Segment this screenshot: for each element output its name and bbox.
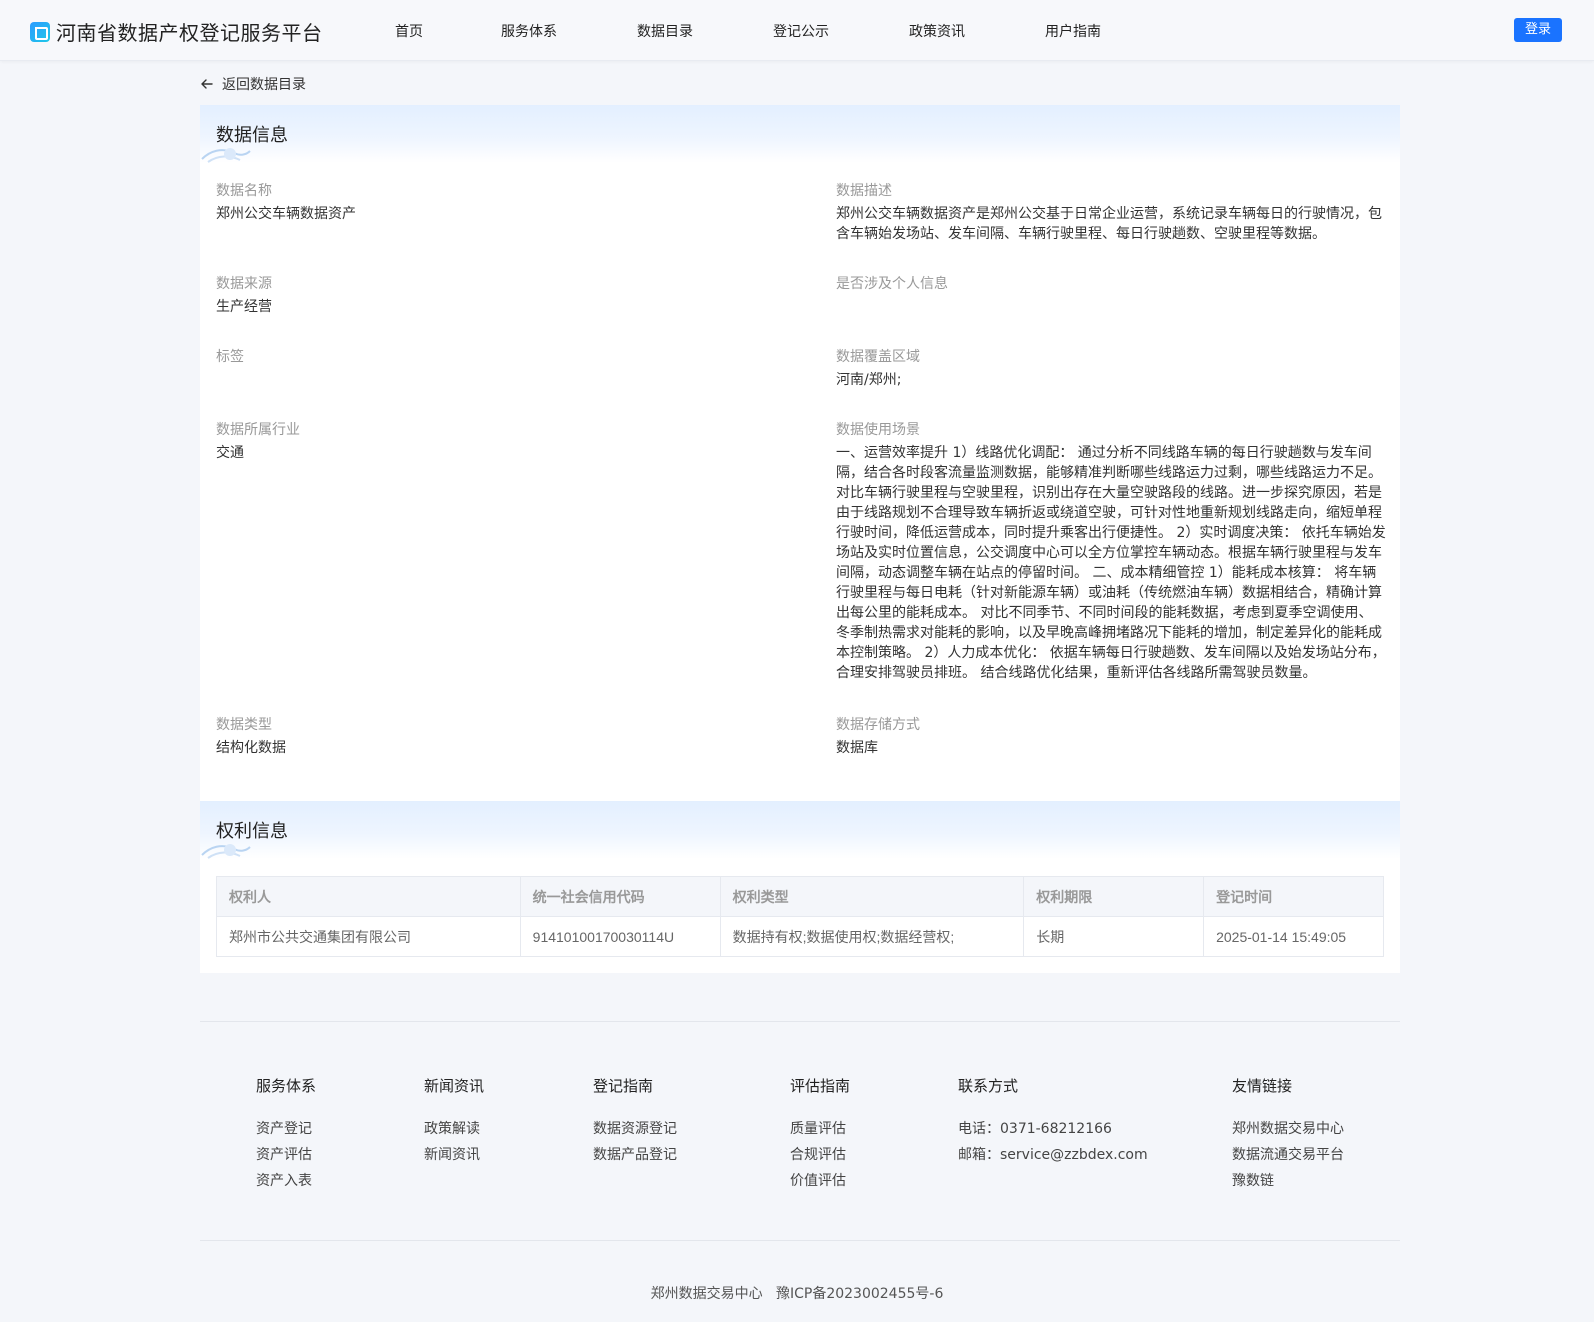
main-nav: 首页 服务体系 数据目录 登记公示 政策资讯 用户指南 xyxy=(395,0,1101,61)
col-rights-type: 权利类型 xyxy=(719,876,1025,917)
nav-policy[interactable]: 政策资讯 xyxy=(909,21,965,41)
industry-label: 数据所属行业 xyxy=(216,422,300,438)
back-to-catalog-link[interactable]: 返回数据目录 xyxy=(200,74,306,94)
storage-value: 数据库 xyxy=(836,740,878,756)
footer-link[interactable]: 价值评估 xyxy=(790,1168,850,1194)
footer-col-title: 评估指南 xyxy=(790,1077,851,1095)
footer-col-friend-links: 友情链接 郑州数据交易中心 数据流通交易平台 豫数链 xyxy=(1232,1075,1344,1194)
footer-bottom-divider xyxy=(200,1240,1400,1241)
region-value: 河南/郑州; xyxy=(836,372,902,388)
data-info-title: 数据信息 xyxy=(216,125,288,146)
footer-link[interactable]: 郑州数据交易中心 xyxy=(1232,1116,1344,1142)
footer-link[interactable]: 新闻资讯 xyxy=(424,1142,484,1168)
region-label: 数据覆盖区域 xyxy=(836,349,920,365)
footer-col-eval-guide: 评估指南 质量评估 合规评估 价值评估 xyxy=(790,1075,850,1194)
data-info-card: 数据信息 数据名称 郑州公交车辆数据资产 数据描述 郑州公交车辆数据资产是郑州公… xyxy=(200,105,1400,801)
data-info-header: 数据信息 xyxy=(200,105,1400,163)
footer-col-title: 新闻资讯 xyxy=(424,1077,485,1095)
col-register-time: 登记时间 xyxy=(1203,876,1384,917)
usage-scene-label: 数据使用场景 xyxy=(836,422,920,438)
cell-credit-code: 91410100170030114U xyxy=(519,916,721,957)
col-rights-term: 权利期限 xyxy=(1023,876,1205,917)
footer-link[interactable]: 数据流通交易平台 xyxy=(1232,1142,1344,1168)
footer-link[interactable]: 豫数链 xyxy=(1232,1168,1344,1194)
footer-link[interactable]: 合规评估 xyxy=(790,1142,850,1168)
data-desc-value: 郑州公交车辆数据资产是郑州公交基于日常企业运营，系统记录车辆每日的行驶情况，包含… xyxy=(836,206,1382,242)
arrow-left-icon xyxy=(201,79,213,89)
footer-link[interactable]: 政策解读 xyxy=(424,1116,484,1142)
footer-col-contact: 联系方式 电话：0371-68212166 邮箱：service@zzbdex.… xyxy=(958,1075,1148,1168)
footer-col-title: 登记指南 xyxy=(593,1077,654,1095)
contact-phone: 电话：0371-68212166 xyxy=(958,1121,1112,1137)
top-header: 河南省数据产权登记服务平台 首页 服务体系 数据目录 登记公示 政策资讯 用户指… xyxy=(0,0,1594,61)
footer-link[interactable]: 数据产品登记 xyxy=(593,1142,677,1168)
nav-announcement[interactable]: 登记公示 xyxy=(773,21,829,41)
tag-label: 标签 xyxy=(216,349,244,365)
site-logo[interactable]: 河南省数据产权登记服务平台 xyxy=(30,17,323,46)
footer-col-title: 友情链接 xyxy=(1232,1077,1293,1095)
footer-link[interactable]: 资产评估 xyxy=(256,1142,316,1168)
footer-col-title: 联系方式 xyxy=(958,1077,1019,1095)
footer-col-title: 服务体系 xyxy=(256,1077,317,1095)
rights-table: 权利人 统一社会信用代码 权利类型 权利期限 登记时间 郑州市公共交通集团有限公… xyxy=(216,876,1384,957)
storage-label: 数据存储方式 xyxy=(836,717,920,733)
footer-link[interactable]: 资产入表 xyxy=(256,1168,316,1194)
copyright-org: 郑州数据交易中心 xyxy=(650,1286,763,1302)
copyright-line: 郑州数据交易中心 豫ICP备2023002455号-6 xyxy=(0,1283,1594,1303)
data-desc-label: 数据描述 xyxy=(836,183,892,199)
footer-link[interactable]: 资产登记 xyxy=(256,1116,316,1142)
footer-col-news: 新闻资讯 政策解读 新闻资讯 xyxy=(424,1075,484,1168)
data-source-label: 数据来源 xyxy=(216,276,272,292)
cell-register-time: 2025-01-14 15:49:05 xyxy=(1203,916,1384,957)
col-rights-holder: 权利人 xyxy=(216,876,521,917)
data-type-label: 数据类型 xyxy=(216,717,272,733)
rights-info-title: 权利信息 xyxy=(216,821,288,842)
rights-info-card: 权利信息 权利人 统一社会信用代码 权利类型 权利期限 登记时间 郑州市公共交通… xyxy=(200,801,1400,973)
rights-info-header: 权利信息 xyxy=(200,801,1400,859)
personal-info-label: 是否涉及个人信息 xyxy=(836,276,948,292)
nav-services[interactable]: 服务体系 xyxy=(501,21,557,41)
industry-value: 交通 xyxy=(216,445,244,461)
back-label: 返回数据目录 xyxy=(222,77,306,93)
nav-home[interactable]: 首页 xyxy=(395,21,423,41)
footer-link[interactable]: 数据资源登记 xyxy=(593,1116,677,1142)
site-title: 河南省数据产权登记服务平台 xyxy=(56,21,323,45)
footer-top-divider xyxy=(200,1021,1400,1022)
nav-guide[interactable]: 用户指南 xyxy=(1045,21,1101,41)
footer-link[interactable]: 质量评估 xyxy=(790,1116,850,1142)
icp-number[interactable]: 豫ICP备2023002455号-6 xyxy=(776,1286,943,1302)
data-type-value: 结构化数据 xyxy=(216,740,286,756)
data-name-label: 数据名称 xyxy=(216,183,272,199)
table-row: 郑州市公共交通集团有限公司 91410100170030114U 数据持有权;数… xyxy=(216,916,1384,957)
login-button[interactable]: 登录 xyxy=(1514,18,1562,42)
data-source-value: 生产经营 xyxy=(216,299,272,315)
cell-rights-term: 长期 xyxy=(1023,916,1205,957)
data-name-value: 郑州公交车辆数据资产 xyxy=(216,206,356,222)
footer-col-services: 服务体系 资产登记 资产评估 资产入表 xyxy=(256,1075,316,1194)
nav-catalog[interactable]: 数据目录 xyxy=(637,21,693,41)
table-header-row: 权利人 统一社会信用代码 权利类型 权利期限 登记时间 xyxy=(216,876,1384,917)
footer-col-register-guide: 登记指南 数据资源登记 数据产品登记 xyxy=(593,1075,677,1168)
cell-rights-type: 数据持有权;数据使用权;数据经营权; xyxy=(719,916,1025,957)
col-credit-code: 统一社会信用代码 xyxy=(519,876,721,917)
logo-icon xyxy=(30,21,50,42)
contact-email[interactable]: 邮箱：service@zzbdex.com xyxy=(958,1142,1148,1168)
cell-rights-holder: 郑州市公共交通集团有限公司 xyxy=(216,916,521,957)
usage-scene-value: 一、运营效率提升 1）线路优化调配： 通过分析不同线路车辆的每日行驶趟数与发车间… xyxy=(836,445,1386,681)
